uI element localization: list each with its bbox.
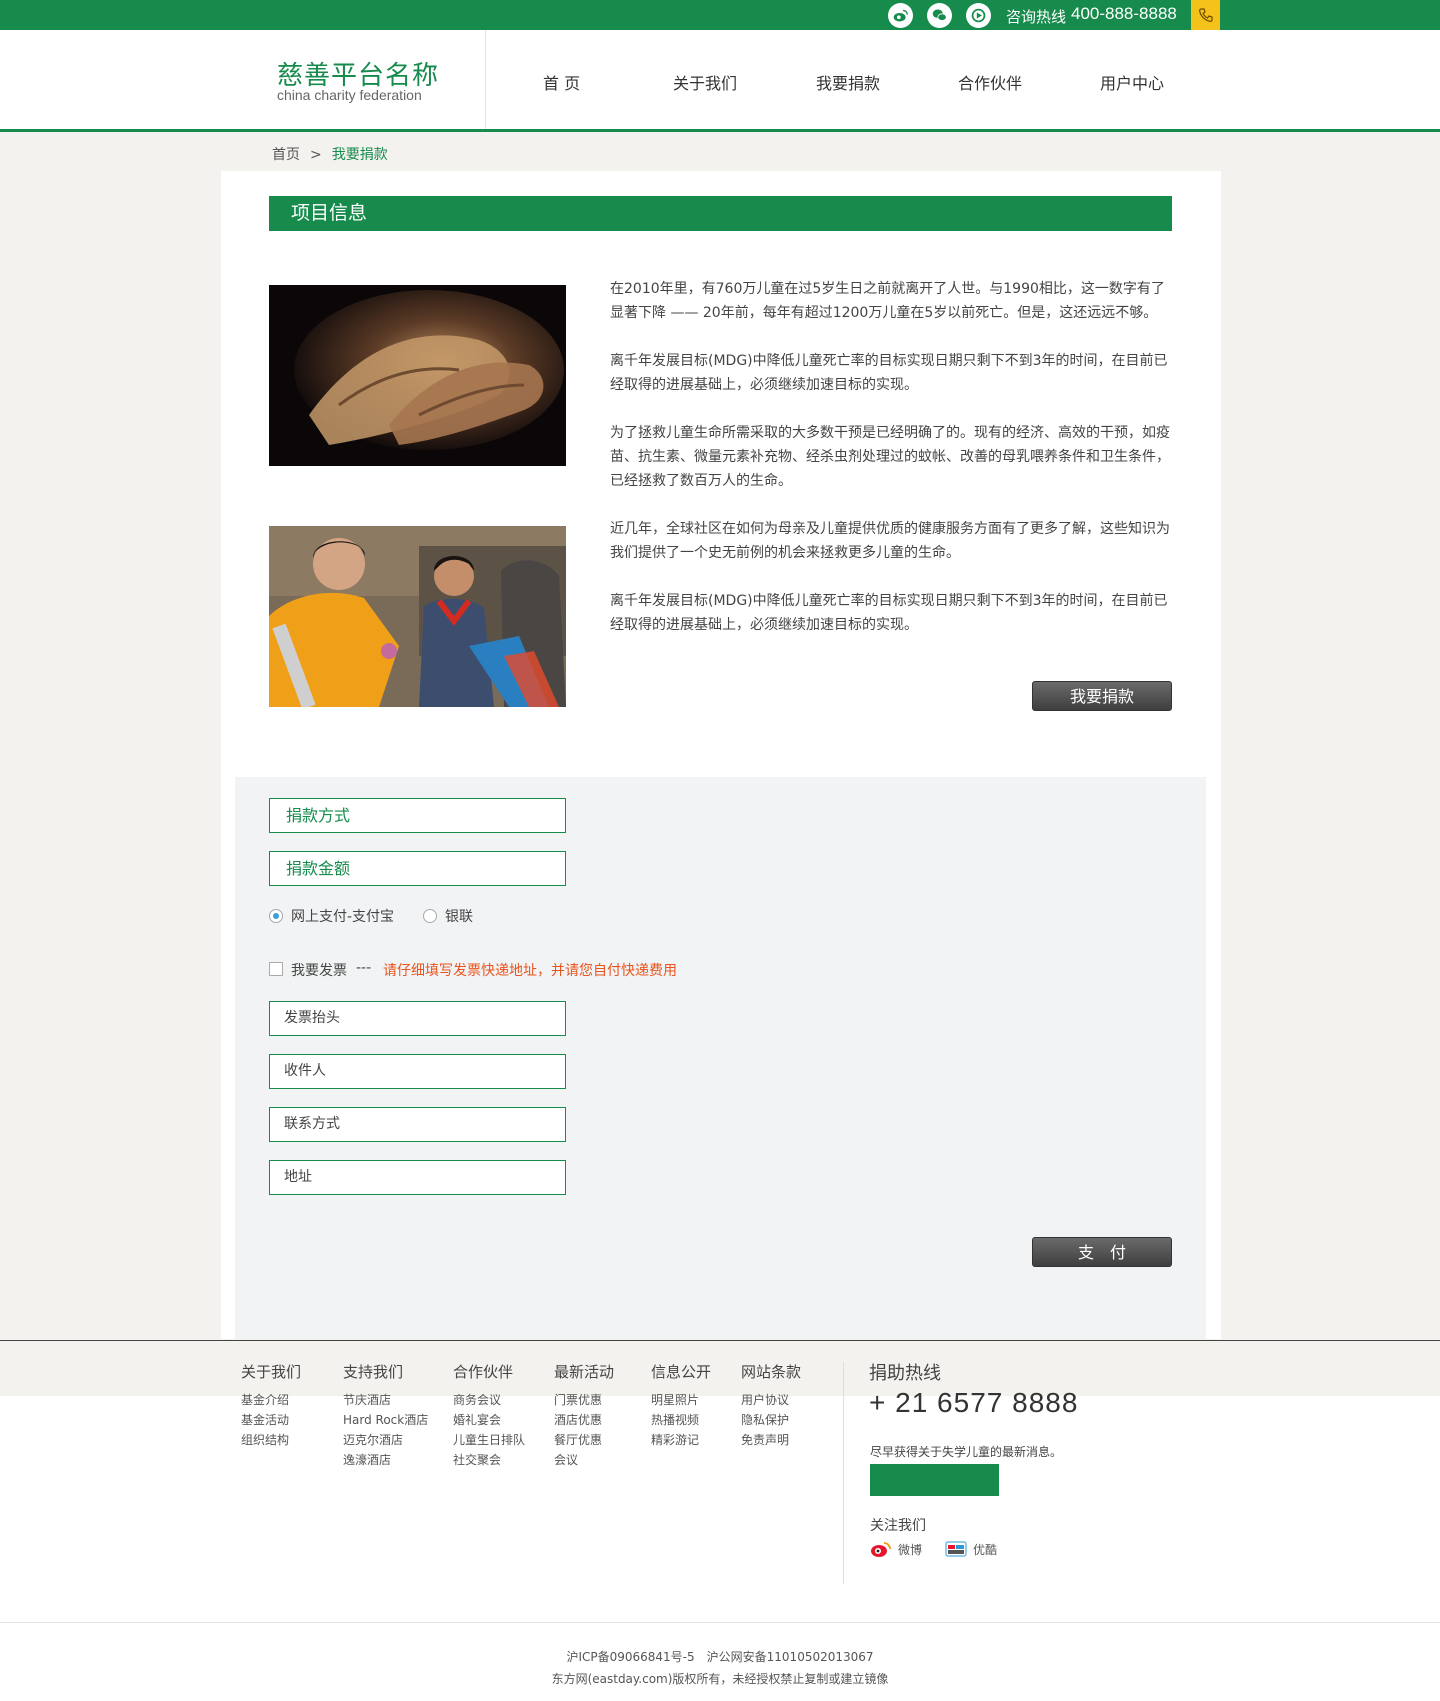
breadcrumb: 首页 > 我要捐款 xyxy=(272,144,388,164)
invoice-dash: --- xyxy=(356,960,372,976)
unionpay-label: 银联 xyxy=(445,909,473,925)
breadcrumb-separator: > xyxy=(310,147,322,163)
footer-col-disclosure-title: 信息公开 xyxy=(651,1363,712,1381)
address-input[interactable]: 地址 xyxy=(269,1160,566,1195)
nav-home[interactable]: 首 页 xyxy=(543,70,580,94)
footer-link[interactable]: 逸濠酒店 xyxy=(343,1451,391,1468)
footer-link[interactable]: 儿童生日排队 xyxy=(453,1431,525,1448)
header-underline xyxy=(0,129,1440,132)
project-paragraph-5: 离千年发展目标(MDG)中降低儿童死亡率的目标实现日期只剩下不到3年的时间，在目… xyxy=(610,593,1168,633)
footer-link[interactable]: 餐厅优惠 xyxy=(554,1431,602,1448)
wechat-icon[interactable] xyxy=(927,3,952,28)
invoice-label: 我要发票 xyxy=(291,963,347,979)
footer-link[interactable]: 会议 xyxy=(554,1451,578,1468)
footer-divider xyxy=(843,1362,844,1584)
contact-input[interactable]: 联系方式 xyxy=(269,1107,566,1142)
hotline-label: 咨询热线 xyxy=(1006,8,1067,26)
project-paragraph-3: 为了拯救儿童生命所需采取的大多数干预是已经明确了的。现有的经济、高效的干预，如疫… xyxy=(610,425,1170,489)
invoice-title-input[interactable]: 发票抬头 xyxy=(269,1001,566,1036)
footer-link[interactable]: 商务会议 xyxy=(453,1391,501,1408)
footer-link[interactable]: 精彩游记 xyxy=(651,1431,699,1448)
follow-youku-label: 优酷 xyxy=(973,1542,998,1557)
invoice-checkbox[interactable] xyxy=(269,962,283,976)
video-icon[interactable] xyxy=(966,3,991,28)
nav-partners[interactable]: 合作伙伴 xyxy=(958,70,1022,94)
donate-hotline-title: 捐助热线 xyxy=(869,1363,941,1384)
footer-link[interactable]: 基金介绍 xyxy=(241,1391,289,1408)
donate-hotline-number: + 21 6577 8888 xyxy=(869,1387,1079,1418)
nav-about[interactable]: 关于我们 xyxy=(673,70,737,94)
follow-weibo[interactable]: 微博 xyxy=(870,1540,922,1558)
follow-youku[interactable]: 优酷 xyxy=(945,1540,997,1558)
footer-link[interactable]: 婚礼宴会 xyxy=(453,1411,501,1428)
footer-link[interactable]: 隐私保护 xyxy=(741,1411,789,1428)
follow-weibo-label: 微博 xyxy=(898,1542,923,1557)
subscribe-button[interactable] xyxy=(870,1464,999,1496)
hands-photo xyxy=(269,285,566,466)
copyright-text: 东方网(eastday.com)版权所有，未经授权禁止复制或建立镜像 xyxy=(551,1672,889,1686)
follow-label: 关注我们 xyxy=(870,1518,926,1534)
volunteer-photo xyxy=(269,526,566,707)
footer-col-events-title: 最新活动 xyxy=(554,1363,615,1381)
footer-link[interactable]: 热播视频 xyxy=(651,1411,699,1428)
footer-link[interactable]: 酒店优惠 xyxy=(554,1411,602,1428)
breadcrumb-current: 我要捐款 xyxy=(331,147,388,163)
recipient-input[interactable]: 收件人 xyxy=(269,1054,566,1089)
footer-separator xyxy=(0,1622,1440,1623)
weibo-icon xyxy=(871,1542,891,1557)
footer-link[interactable]: Hard Rock酒店 xyxy=(343,1411,428,1428)
hotline-number: 400-888-8888 xyxy=(1071,4,1177,23)
nav-user-center[interactable]: 用户中心 xyxy=(1100,70,1164,94)
invoice-note: 请仔细填写发票快递地址，并请您自付快递费用 xyxy=(383,963,677,979)
header-divider xyxy=(485,30,486,129)
unionpay-radio[interactable] xyxy=(423,909,437,923)
footer-link[interactable]: 组织结构 xyxy=(241,1431,289,1448)
pay-button[interactable]: 支 付 xyxy=(1032,1237,1172,1267)
donation-method-field[interactable]: 捐款方式 xyxy=(269,798,566,833)
footer-link[interactable]: 明星照片 xyxy=(651,1391,699,1408)
donate-button[interactable]: 我要捐款 xyxy=(1032,681,1172,711)
phone-icon[interactable] xyxy=(1191,0,1220,30)
footer-link[interactable]: 用户协议 xyxy=(741,1391,789,1408)
footer-link[interactable]: 节庆酒店 xyxy=(343,1391,391,1408)
project-paragraph-1: 在2010年里，有760万儿童在过5岁生日之前就离开了人世。与1990相比，这一… xyxy=(610,281,1165,321)
project-paragraph-4: 近几年，全球社区在如何为母亲及儿童提供优质的健康服务方面有了更多了解，这些知识为… xyxy=(610,521,1170,561)
footer-link[interactable]: 迈克尔酒店 xyxy=(343,1431,403,1448)
alipay-radio[interactable] xyxy=(269,909,283,923)
footer-link[interactable]: 门票优惠 xyxy=(554,1391,602,1408)
footer-col-support-title: 支持我们 xyxy=(343,1363,404,1381)
project-paragraph-2: 离千年发展目标(MDG)中降低儿童死亡率的目标实现日期只剩下不到3年的时间，在目… xyxy=(610,353,1168,393)
footer-link[interactable]: 社交聚会 xyxy=(453,1451,501,1468)
weibo-icon[interactable] xyxy=(888,3,913,28)
icp-text: 沪ICP备09066841号-5 沪公网安备11010502013067 xyxy=(566,1650,874,1664)
footer-link[interactable]: 免责声明 xyxy=(741,1431,789,1448)
logo-subtitle: china charity federation xyxy=(277,87,422,103)
header: 慈善平台名称 china charity federation 首 页 关于我们… xyxy=(0,30,1440,129)
footer-link[interactable]: 基金活动 xyxy=(241,1411,289,1428)
youku-icon xyxy=(945,1541,967,1557)
donation-amount-field[interactable]: 捐款金额 xyxy=(269,851,566,886)
footer-col-about-title: 关于我们 xyxy=(241,1363,302,1381)
alipay-label: 网上支付-支付宝 xyxy=(291,909,395,925)
nav-donate[interactable]: 我要捐款 xyxy=(816,70,880,94)
top-bar: 咨询热线 400-888-8888 xyxy=(0,0,1440,30)
breadcrumb-home[interactable]: 首页 xyxy=(272,147,300,163)
footer-header-band xyxy=(0,1341,1440,1396)
subscribe-text: 尽早获得关于失学儿童的最新消息。 xyxy=(870,1445,1063,1459)
footer-col-terms-title: 网站条款 xyxy=(741,1363,802,1381)
footer-col-partners-title: 合作伙伴 xyxy=(453,1363,514,1381)
section-title: 项目信息 xyxy=(269,196,1172,231)
